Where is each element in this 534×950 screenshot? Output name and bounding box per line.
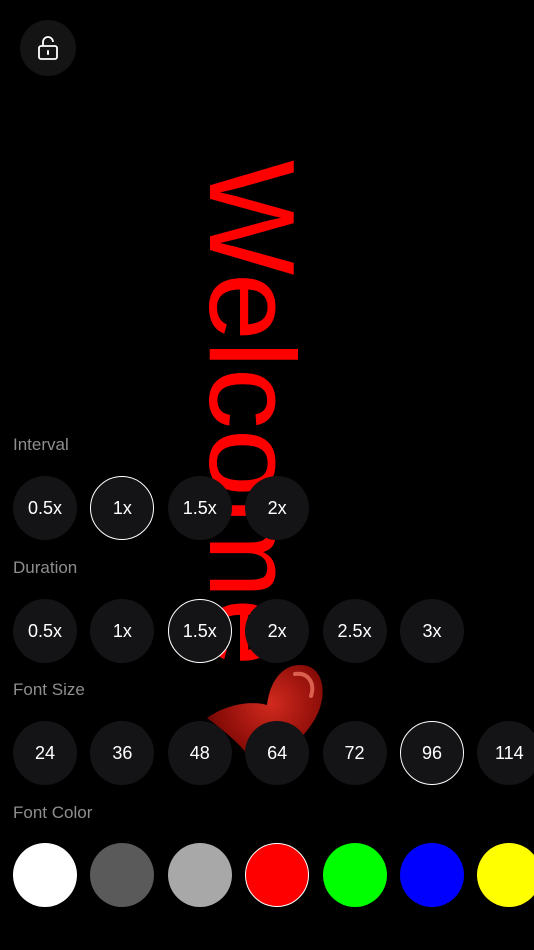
font-size-option-96[interactable]: 96 [399,721,464,785]
duration-label: Duration [13,558,78,577]
color-swatch-white[interactable] [13,843,77,907]
font-size-option-64[interactable]: 64 [245,721,310,785]
font-size-option-114[interactable]: 114 [477,721,534,785]
duration-option-1x[interactable]: 1x [90,599,155,663]
font-color-swatches [13,843,534,907]
color-swatch-yellow[interactable] [477,843,534,907]
settings-panel: Interval 0.5x 1x 1.5x 2x Duration 0.5x 1… [0,0,534,950]
interval-label: Interval [13,435,69,454]
duration-option-0.5x[interactable]: 0.5x [13,599,77,663]
font-size-options: 24 36 48 64 72 96 114 [13,721,534,785]
duration-option-1.5x[interactable]: 1.5x [167,599,232,663]
font-size-option-48[interactable]: 48 [167,721,232,785]
font-size-label: Font Size [13,680,85,699]
font-size-option-24[interactable]: 24 [13,721,77,785]
duration-option-3x[interactable]: 3x [399,599,464,663]
color-swatch-light-gray[interactable] [167,843,232,907]
color-swatch-dark-gray[interactable] [90,843,155,907]
interval-option-2x[interactable]: 2x [245,476,310,540]
font-size-option-72[interactable]: 72 [322,721,387,785]
color-swatch-green[interactable] [322,843,387,907]
color-swatch-blue[interactable] [399,843,464,907]
color-swatch-red[interactable] [245,843,310,907]
duration-option-2.5x[interactable]: 2.5x [322,599,387,663]
interval-option-0.5x[interactable]: 0.5x [13,476,77,540]
interval-options: 0.5x 1x 1.5x 2x [13,476,323,540]
duration-options: 0.5x 1x 1.5x 2x 2.5x 3x [13,599,477,663]
interval-option-1.5x[interactable]: 1.5x [167,476,232,540]
interval-option-1x[interactable]: 1x [90,476,155,540]
duration-option-2x[interactable]: 2x [245,599,310,663]
font-color-label: Font Color [13,803,93,822]
font-size-option-36[interactable]: 36 [90,721,155,785]
